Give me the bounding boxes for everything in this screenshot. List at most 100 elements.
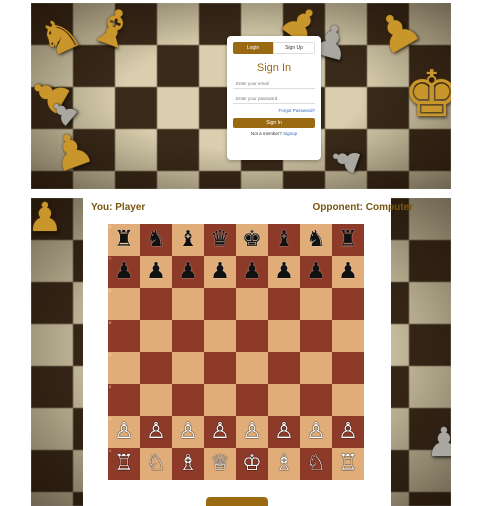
- square-f2[interactable]: ♙: [268, 416, 300, 448]
- square-h1[interactable]: ♖: [332, 448, 364, 480]
- square-d1[interactable]: ♕: [204, 448, 236, 480]
- square-h4[interactable]: [332, 352, 364, 384]
- square-f8[interactable]: ♝: [268, 224, 300, 256]
- white-piece[interactable]: ♘: [306, 453, 326, 475]
- square-e3[interactable]: [236, 384, 268, 416]
- square-e4[interactable]: [236, 352, 268, 384]
- square-g4[interactable]: [300, 352, 332, 384]
- square-f4[interactable]: [268, 352, 300, 384]
- square-h5[interactable]: [332, 320, 364, 352]
- square-b2[interactable]: ♙: [140, 416, 172, 448]
- square-c4[interactable]: [172, 352, 204, 384]
- square-h3[interactable]: [332, 384, 364, 416]
- square-g2[interactable]: ♙: [300, 416, 332, 448]
- black-piece[interactable]: ♞: [306, 229, 326, 251]
- email-field[interactable]: Enter your email: [233, 79, 315, 89]
- white-piece[interactable]: ♙: [242, 421, 262, 443]
- black-piece[interactable]: ♟: [306, 261, 326, 283]
- game-button[interactable]: [206, 497, 268, 506]
- square-h7[interactable]: ♟: [332, 256, 364, 288]
- white-piece[interactable]: ♔: [242, 453, 262, 475]
- black-piece[interactable]: ♟: [146, 261, 166, 283]
- square-g8[interactable]: ♞: [300, 224, 332, 256]
- square-b5[interactable]: [140, 320, 172, 352]
- password-field[interactable]: Enter your password: [233, 94, 315, 104]
- square-a3[interactable]: 3: [108, 384, 140, 416]
- square-c5[interactable]: [172, 320, 204, 352]
- black-piece[interactable]: ♜: [114, 229, 134, 251]
- square-f3[interactable]: [268, 384, 300, 416]
- square-c7[interactable]: ♟: [172, 256, 204, 288]
- white-piece[interactable]: ♙: [146, 421, 166, 443]
- black-piece[interactable]: ♟: [338, 261, 358, 283]
- white-piece[interactable]: ♙: [178, 421, 198, 443]
- square-d8[interactable]: ♛: [204, 224, 236, 256]
- white-piece[interactable]: ♙: [210, 421, 230, 443]
- square-a7[interactable]: 7 ♟: [108, 256, 140, 288]
- square-g5[interactable]: [300, 320, 332, 352]
- square-b3[interactable]: [140, 384, 172, 416]
- white-piece[interactable]: ♙: [274, 421, 294, 443]
- square-h8[interactable]: ♜: [332, 224, 364, 256]
- black-piece[interactable]: ♟: [210, 261, 230, 283]
- square-g7[interactable]: ♟: [300, 256, 332, 288]
- square-c3[interactable]: [172, 384, 204, 416]
- square-a2[interactable]: 2 ♙: [108, 416, 140, 448]
- white-piece[interactable]: ♙: [338, 421, 358, 443]
- square-d5[interactable]: [204, 320, 236, 352]
- black-piece[interactable]: ♟: [114, 261, 134, 283]
- signup-link[interactable]: Signup: [283, 131, 297, 136]
- signin-button[interactable]: Sign In: [233, 118, 315, 128]
- square-a6[interactable]: 6: [108, 288, 140, 320]
- square-g1[interactable]: ♘: [300, 448, 332, 480]
- black-piece[interactable]: ♝: [178, 229, 198, 251]
- black-piece[interactable]: ♞: [146, 229, 166, 251]
- square-d2[interactable]: ♙: [204, 416, 236, 448]
- square-b1[interactable]: ♘: [140, 448, 172, 480]
- square-d3[interactable]: [204, 384, 236, 416]
- square-g3[interactable]: [300, 384, 332, 416]
- square-b6[interactable]: [140, 288, 172, 320]
- square-e5[interactable]: [236, 320, 268, 352]
- square-g6[interactable]: [300, 288, 332, 320]
- square-d7[interactable]: ♟: [204, 256, 236, 288]
- square-f5[interactable]: [268, 320, 300, 352]
- white-piece[interactable]: ♘: [146, 453, 166, 475]
- square-a5[interactable]: 5: [108, 320, 140, 352]
- square-d6[interactable]: [204, 288, 236, 320]
- square-f1[interactable]: ♗: [268, 448, 300, 480]
- square-h6[interactable]: [332, 288, 364, 320]
- square-e8[interactable]: ♚: [236, 224, 268, 256]
- black-piece[interactable]: ♛: [210, 229, 230, 251]
- black-piece[interactable]: ♟: [178, 261, 198, 283]
- square-f7[interactable]: ♟: [268, 256, 300, 288]
- white-piece[interactable]: ♗: [178, 453, 198, 475]
- white-piece[interactable]: ♗: [274, 453, 294, 475]
- square-c2[interactable]: ♙: [172, 416, 204, 448]
- black-piece[interactable]: ♜: [338, 229, 358, 251]
- black-piece[interactable]: ♚: [242, 229, 262, 251]
- white-piece[interactable]: ♙: [306, 421, 326, 443]
- black-piece[interactable]: ♟: [242, 261, 262, 283]
- white-piece[interactable]: ♕: [210, 453, 230, 475]
- chess-board[interactable]: 8 ♜ ♞ ♝ ♛ ♚ ♝ ♞ ♜ 7 ♟ ♟ ♟ ♟ ♟ ♟ ♟ ♟ 6 5 4 3 2 ♙ ♙ ♙ ♙ ♙ ♙ ♙ ♙ 1 ♖ ♘ ♗ ♕ ♔ ♗ ♘ ♖: [108, 224, 364, 480]
- square-c6[interactable]: [172, 288, 204, 320]
- square-c1[interactable]: ♗: [172, 448, 204, 480]
- black-piece[interactable]: ♝: [274, 229, 294, 251]
- square-f6[interactable]: [268, 288, 300, 320]
- square-e7[interactable]: ♟: [236, 256, 268, 288]
- square-b4[interactable]: [140, 352, 172, 384]
- square-h2[interactable]: ♙: [332, 416, 364, 448]
- black-piece[interactable]: ♟: [274, 261, 294, 283]
- white-piece[interactable]: ♙: [114, 421, 134, 443]
- square-e2[interactable]: ♙: [236, 416, 268, 448]
- square-c8[interactable]: ♝: [172, 224, 204, 256]
- white-piece[interactable]: ♖: [114, 453, 134, 475]
- square-e1[interactable]: ♔: [236, 448, 268, 480]
- tab-signup[interactable]: Sign Up: [273, 42, 315, 54]
- square-a4[interactable]: 4: [108, 352, 140, 384]
- square-a1[interactable]: 1 ♖: [108, 448, 140, 480]
- square-e6[interactable]: [236, 288, 268, 320]
- forgot-password-link[interactable]: Forgot Password?: [233, 108, 315, 114]
- tab-login[interactable]: Login: [233, 42, 273, 54]
